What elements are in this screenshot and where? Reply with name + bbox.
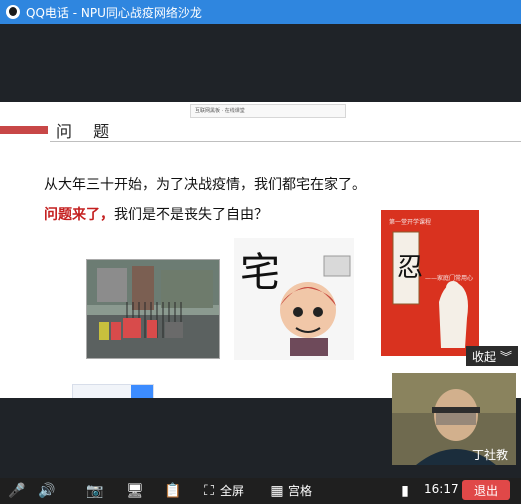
speaker-name: 丁社教	[471, 448, 508, 462]
slide-line-1: 从大年三十开始，为了决战疫情，我们都宅在家了。	[44, 177, 366, 193]
title-bar: QQ电话 - NPU同心战疫网络沙龙	[0, 0, 521, 24]
poster-endurance: 第一堂开学课程 忍 ——家庭门常用心	[381, 210, 479, 356]
photo-residents-gate	[86, 259, 220, 359]
file-share-icon[interactable]: 📋	[164, 482, 182, 500]
exit-button[interactable]: 退出	[462, 480, 510, 500]
signal-icon: ▮	[401, 483, 409, 499]
fullscreen-icon[interactable]: ⛶	[200, 482, 218, 500]
poster-side-text: ——家庭门常用心	[425, 274, 473, 282]
slide-red-accent	[0, 126, 48, 134]
cartoon-char: 宅	[240, 250, 280, 296]
qq-logo-icon	[6, 5, 20, 19]
collapse-label: 收起	[471, 349, 496, 364]
chevron-double-down-icon: ︾	[500, 349, 513, 364]
collapse-button[interactable]: 收起 ︾	[466, 346, 518, 366]
slide-line-2-red: 问题来了，	[44, 207, 114, 223]
window-title: QQ电话 - NPU同心战疫网络沙龙	[26, 5, 202, 20]
slide-line-2-rest: 我们是不是丧失了自由？	[114, 207, 268, 223]
speaker-icon[interactable]: 🔊	[38, 482, 56, 500]
shared-slide: 互联网黑板 · 在线课堂 问 题 从大年三十开始，为了决战疫情，我们都宅在家了。…	[0, 102, 521, 398]
camera-off-icon[interactable]: 📷	[86, 482, 104, 500]
slide-search-button	[131, 385, 153, 398]
grid-label[interactable]: 宫格	[288, 482, 312, 499]
slide-topic: 问 题	[56, 122, 118, 141]
slide-divider	[50, 141, 521, 142]
poster-top-text: 第一堂开学课程	[389, 218, 431, 226]
cartoon-stay-home-svg: 宅	[234, 238, 354, 360]
cartoon-stay-home: 宅	[234, 238, 354, 360]
grid-icon[interactable]: ▦	[268, 482, 286, 500]
microphone-muted-icon[interactable]: 🎤	[8, 482, 26, 500]
photo-residents-gate-svg	[87, 260, 219, 358]
slide-line-2: 问题来了，我们是不是丧失了自由？	[44, 204, 268, 224]
call-time: 16:17	[424, 482, 459, 496]
camera-thumbnail: 丁社教	[392, 373, 516, 465]
poster-main-char: 忍	[397, 253, 423, 283]
slide-search-bar	[72, 384, 154, 398]
call-toolbar: 🎤 🔊 📷 🖥 📋 ⛶ 全屏 ▦ 宫格 ▮ 16:17 退出	[0, 478, 521, 504]
fullscreen-label[interactable]: 全屏	[220, 482, 244, 499]
screen-share-icon[interactable]: 🖥	[126, 482, 144, 500]
slide-top-strip: 互联网黑板 · 在线课堂	[190, 104, 346, 118]
poster-endurance-svg: 第一堂开学课程 忍 ——家庭门常用心	[381, 210, 479, 356]
